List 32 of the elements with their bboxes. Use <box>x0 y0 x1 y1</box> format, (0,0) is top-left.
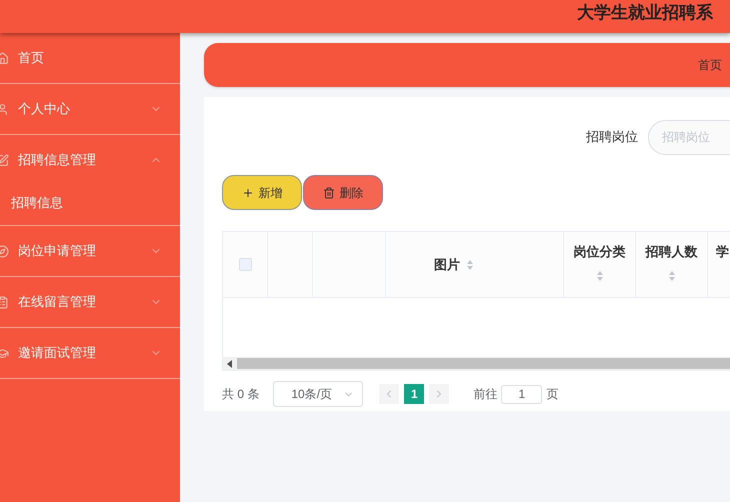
sidebar-menu-item[interactable]: 邀请面试管理 <box>0 328 180 378</box>
goto-page-field[interactable]: 1 <box>501 384 542 404</box>
page-number-button[interactable]: 1 <box>404 384 424 404</box>
total-count: 共 0 条 <box>222 386 260 403</box>
page-size-select[interactable]: 10条/页 <box>273 381 364 407</box>
search-label: 招聘岗位 <box>586 128 638 146</box>
sort-icon[interactable] <box>596 270 604 282</box>
scrollbar-thumb[interactable] <box>237 358 730 369</box>
goto-suffix: 页 <box>546 386 558 403</box>
table-header-cell: 图片 <box>386 232 564 297</box>
table-header-cell: 学 <box>708 232 730 297</box>
select-all-checkbox[interactable] <box>238 258 252 271</box>
delete-button[interactable]: 删除 <box>303 175 383 210</box>
sidebar-menu-item[interactable]: 首页 <box>0 33 180 83</box>
sort-icon[interactable] <box>668 270 676 282</box>
plus-icon <box>242 186 254 198</box>
breadcrumb-link[interactable]: 首页 <box>698 56 722 74</box>
sidebar-menu-item[interactable]: 岗位申请管理 <box>0 226 180 276</box>
sort-icon[interactable] <box>466 258 474 270</box>
sidebar-menu-item[interactable]: 在线留言管理 <box>0 277 180 327</box>
table-header-cell: 岗位分类 <box>564 232 636 297</box>
sidebar-menu-item[interactable]: 个人中心 <box>0 84 180 134</box>
app-title: 大学生就业招聘系 <box>577 2 713 24</box>
horizontal-scrollbar[interactable] <box>223 357 730 370</box>
table-header-cell: 招聘人数 <box>636 232 708 297</box>
prev-page-button[interactable] <box>379 384 400 404</box>
add-button[interactable]: 新增 <box>222 175 302 210</box>
search-field[interactable]: 招聘岗位 <box>648 120 730 154</box>
next-page-button[interactable] <box>429 384 450 404</box>
scroll-left-icon[interactable] <box>227 360 233 368</box>
trash-icon <box>322 186 334 198</box>
goto-label: 前往 <box>473 386 498 403</box>
